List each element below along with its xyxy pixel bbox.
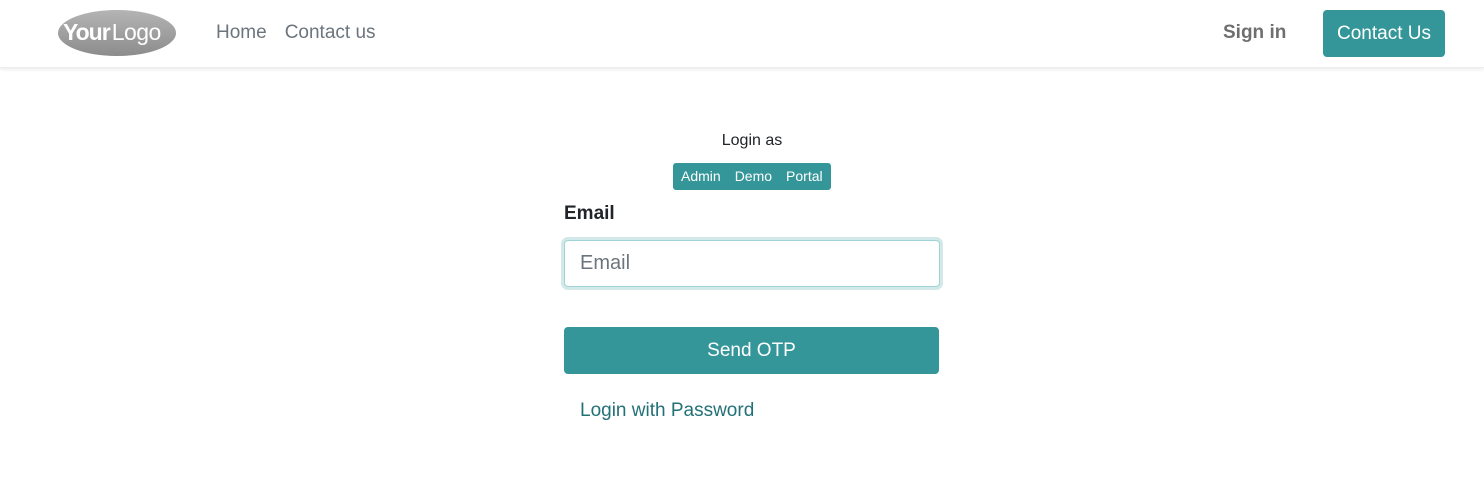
login-as-admin-button[interactable]: Admin [673, 163, 728, 190]
nav-contact-link[interactable]: Contact us [285, 20, 376, 46]
email-label: Email [564, 203, 615, 224]
logo-icon: YourLogo [58, 10, 176, 56]
login-with-password-link[interactable]: Login with Password [580, 398, 754, 424]
sign-in-link[interactable]: Sign in [1223, 20, 1286, 46]
email-input[interactable] [564, 240, 940, 287]
brand-logo[interactable]: YourLogo [57, 8, 177, 58]
login-as-demo-button[interactable]: Demo [728, 163, 779, 190]
login-as-portal-button[interactable]: Portal [779, 163, 831, 190]
top-navbar: YourLogo Home Contact us Sign in Contact… [0, 0, 1484, 68]
logo-text: YourLogo [63, 19, 161, 45]
nav-home-link[interactable]: Home [216, 20, 267, 46]
send-otp-button[interactable]: Send OTP [564, 327, 939, 374]
login-as-button-group: Admin Demo Portal [673, 163, 831, 190]
contact-us-button[interactable]: Contact Us [1323, 10, 1445, 57]
login-as-heading: Login as [721, 132, 783, 149]
main-nav: Home Contact us [216, 20, 376, 46]
